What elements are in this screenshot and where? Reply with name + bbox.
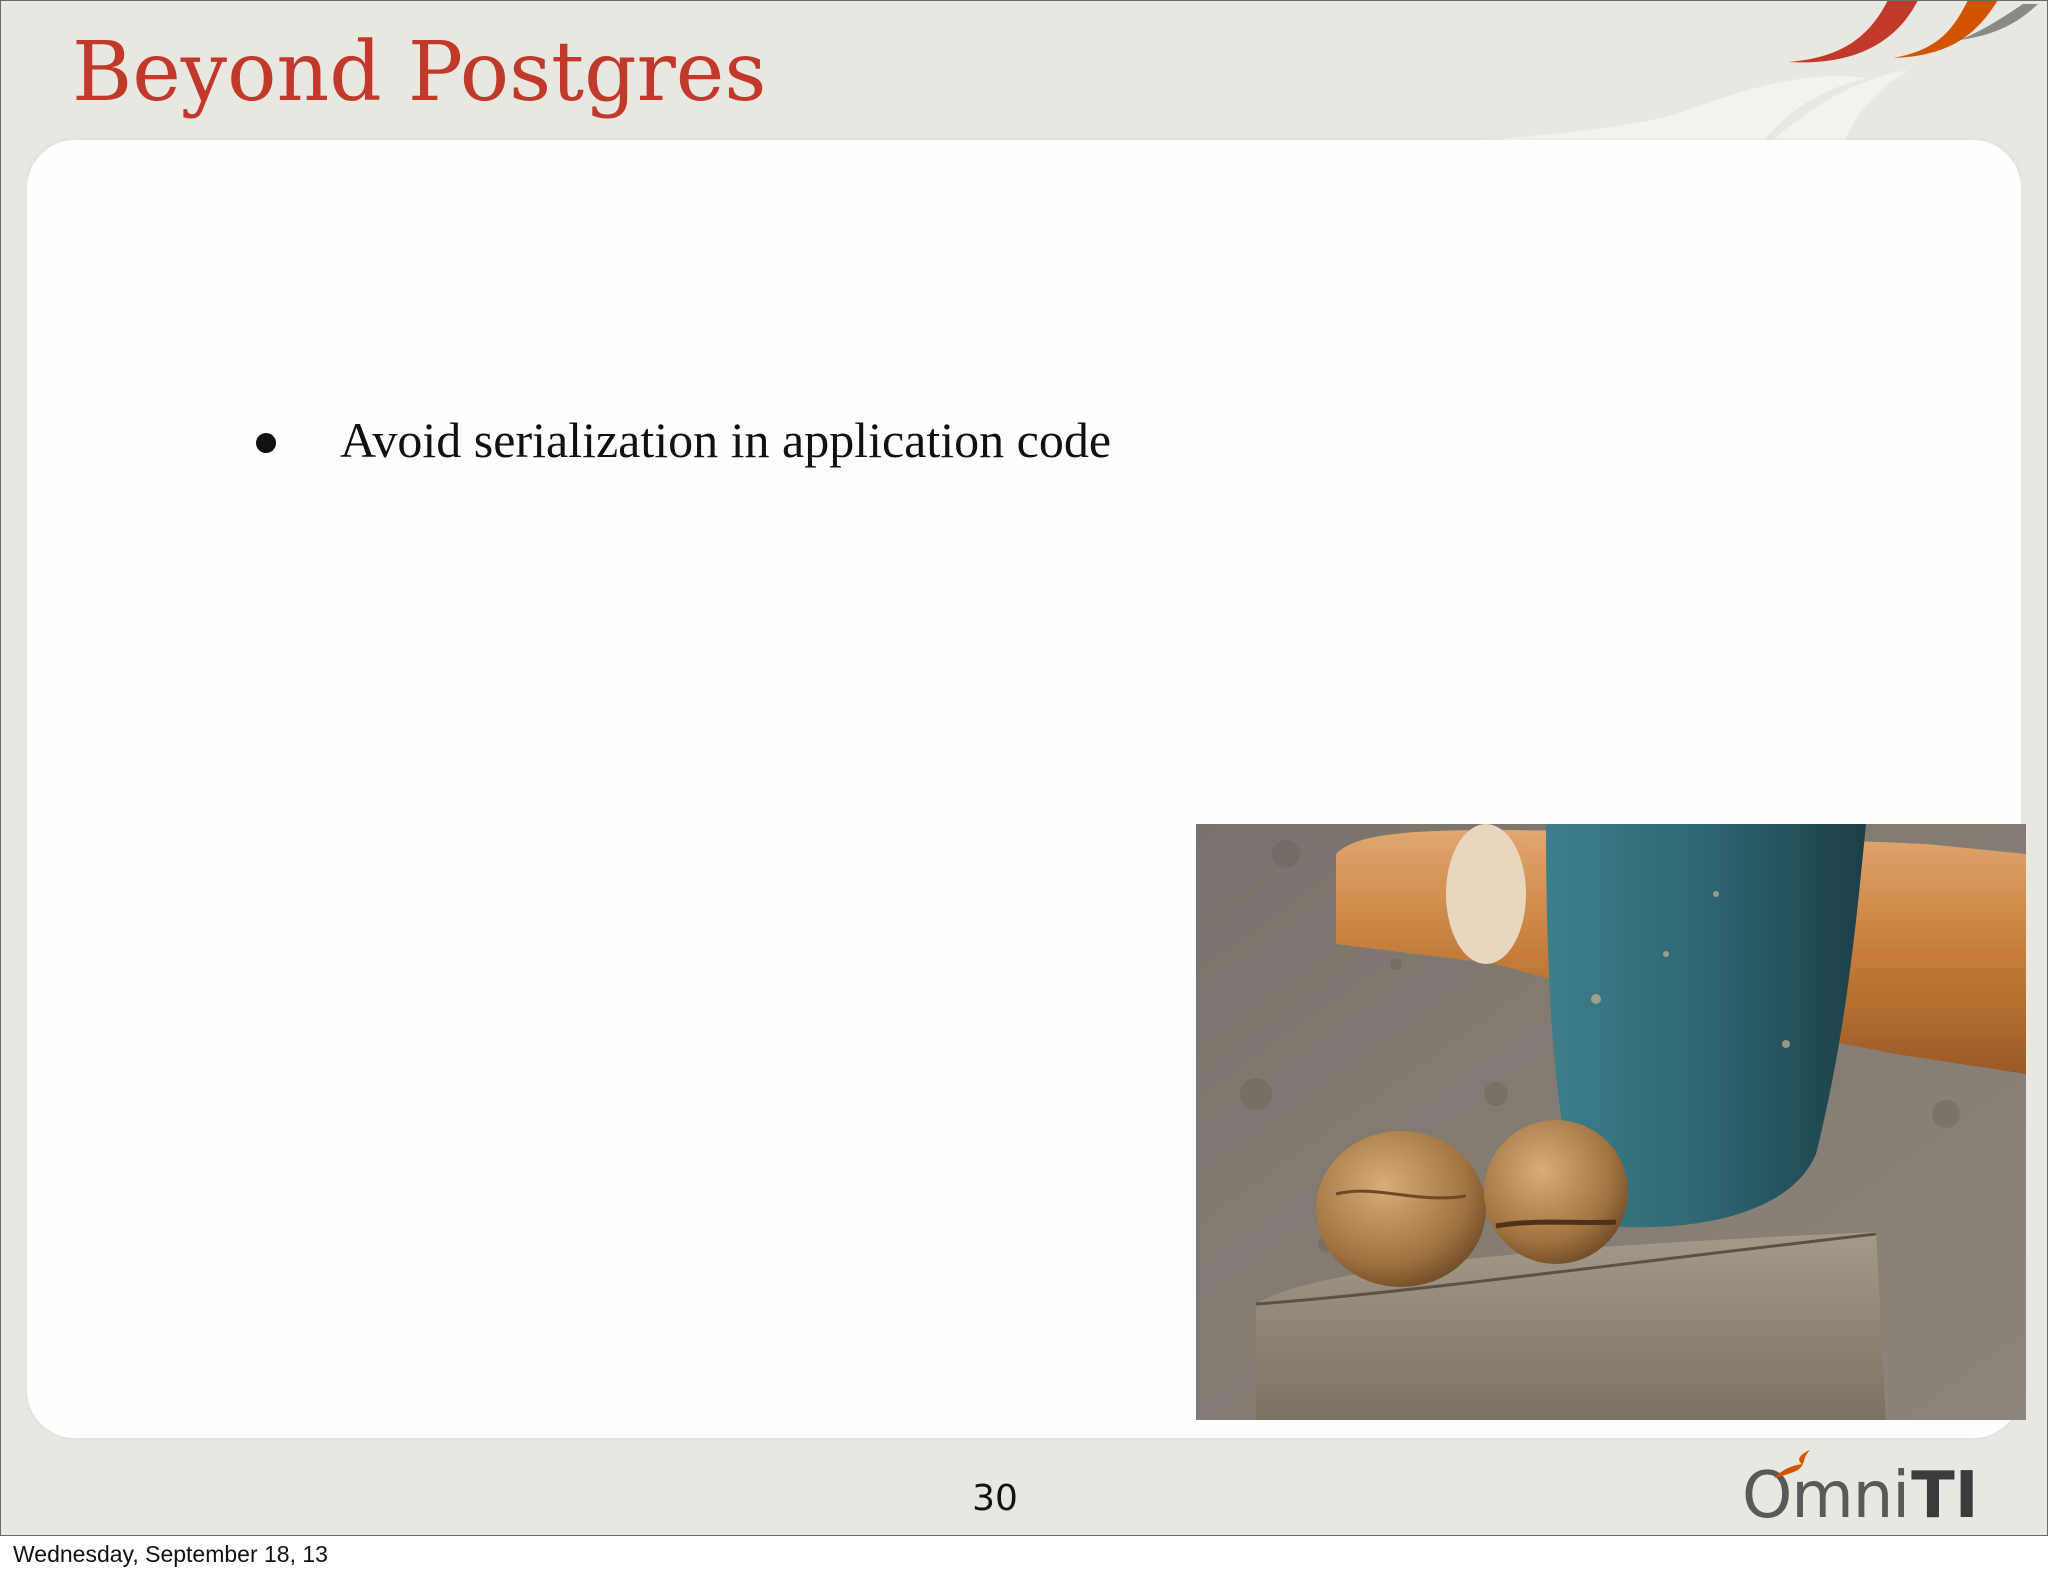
omniti-logo: Omni TI [1742, 1450, 1979, 1533]
page-number: 30 [972, 1478, 1018, 1519]
bullet-list: Avoid serialization in application code [250, 405, 1111, 475]
logo-omni-text: Omni [1742, 1450, 1910, 1528]
slide: Beyond Postgres Avoid serialization in a… [0, 0, 2048, 1536]
slide-title: Beyond Postgres [72, 25, 767, 120]
hammer-walnuts-photo [1196, 824, 2026, 1420]
logo-flame-icon [1774, 1450, 1810, 1478]
bullet-item: Avoid serialization in application code [250, 405, 1111, 475]
bullet-dot-icon [256, 433, 276, 453]
footer-date: Wednesday, September 18, 13 [13, 1541, 328, 1567]
bullet-text: Avoid serialization in application code [340, 412, 1112, 468]
logo-omni-label: Omni [1742, 1459, 1910, 1533]
logo-ti-text: TI [1911, 1459, 1979, 1533]
swoosh-decoration [1048, 0, 2038, 160]
